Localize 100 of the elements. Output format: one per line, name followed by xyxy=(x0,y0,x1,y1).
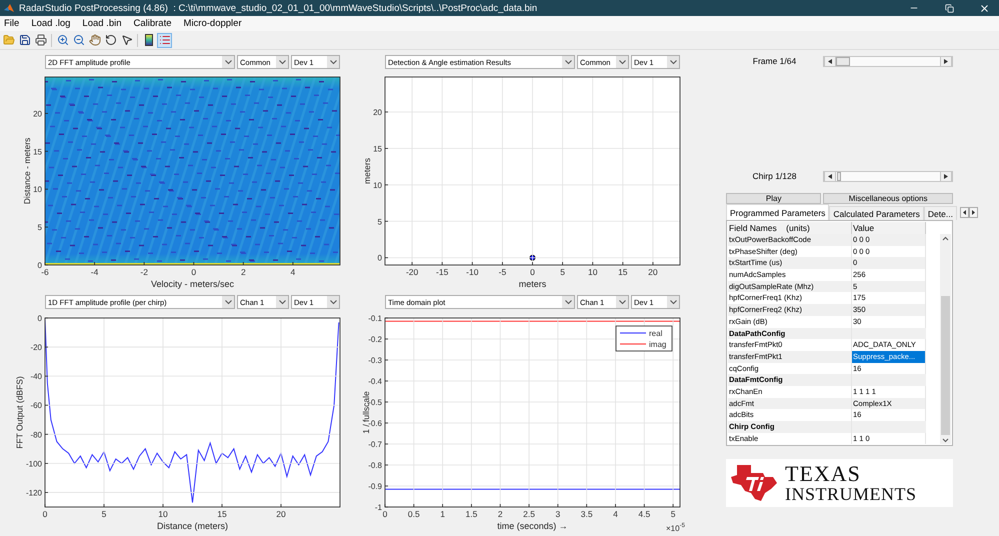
printer-button[interactable] xyxy=(33,32,48,48)
tick-label: 2 xyxy=(240,267,246,277)
tick-label: 0 xyxy=(38,314,42,323)
tick-label: 10 xyxy=(158,509,168,519)
tick-label: 5 xyxy=(670,509,676,519)
tick-label: 3 xyxy=(555,509,560,519)
tick-label: -10 xyxy=(466,267,478,277)
tick-label: 2 xyxy=(498,509,503,519)
tick-label: -40 xyxy=(30,372,42,382)
tick-label: 1 xyxy=(440,509,445,519)
arrow-left-icon[interactable] xyxy=(962,210,966,215)
menu-item[interactable]: Calibrate xyxy=(134,18,172,29)
caret-icon xyxy=(616,56,628,68)
zoom-in-button[interactable] xyxy=(55,32,70,48)
restore-icon[interactable] xyxy=(944,4,954,12)
option-button[interactable]: Play xyxy=(726,193,822,204)
app-icon xyxy=(4,3,14,13)
tick-label: 0.5 xyxy=(408,509,420,519)
tick-label: -80 xyxy=(30,430,42,440)
tick-label: 0 xyxy=(42,509,48,519)
logo-text: TEXAS xyxy=(785,463,862,485)
tick-label: -60 xyxy=(30,401,42,410)
tab[interactable]: Programmed Parameters xyxy=(726,204,830,220)
tick-label: 20 xyxy=(276,509,286,519)
arrow-right-icon[interactable] xyxy=(940,172,952,180)
axis-label: FFT Output (dBFS) xyxy=(14,376,25,449)
tick-label: 4.5 xyxy=(638,509,650,519)
scroll-slider[interactable] xyxy=(823,56,953,66)
tick-label: 5 xyxy=(560,267,565,277)
tab[interactable]: Dete... xyxy=(924,206,957,220)
caret-icon xyxy=(562,56,574,68)
tick-label: -100 xyxy=(26,459,42,468)
legend-label: imag xyxy=(649,340,666,349)
caret-icon xyxy=(222,296,234,308)
slider-thumb[interactable] xyxy=(836,56,850,66)
caret-icon xyxy=(222,56,234,68)
caret-icon xyxy=(276,56,288,68)
menu-item[interactable]: Load .bin xyxy=(82,18,122,29)
legend-label: real xyxy=(649,329,662,338)
tick-label: -2 xyxy=(140,267,148,277)
arrow-left-icon[interactable] xyxy=(824,172,836,180)
tick-label: 15 xyxy=(217,509,227,519)
caret-icon xyxy=(667,296,679,308)
window-title: RadarStudio PostProcessing (4.86) : C:\ti\mmwave_studio_02_01_01_00\mmWaveStudio\Scripts\..\PostProc\adc_data.bin xyxy=(19,2,538,14)
tick-label: -120 xyxy=(26,488,42,498)
slider-thumb[interactable] xyxy=(837,172,842,180)
option-button[interactable]: Miscellaneous options xyxy=(823,193,953,204)
hand-button[interactable] xyxy=(87,32,102,48)
vertical-scrollbar[interactable] xyxy=(940,234,951,444)
tick-label: -20 xyxy=(30,343,42,352)
tick-label: -0.1 xyxy=(368,314,382,323)
tick-label: -0.9 xyxy=(368,482,382,491)
tick-label: -0.8 xyxy=(368,461,382,470)
legend-button[interactable] xyxy=(157,32,172,48)
tick-label: 0 xyxy=(530,267,535,277)
axis-label: time (seconds) → xyxy=(497,521,568,531)
logo-text: INSTRUMENTS xyxy=(785,485,917,503)
close-icon[interactable] xyxy=(978,2,990,14)
tick-label: 0 xyxy=(378,254,382,263)
arrow-right-icon[interactable] xyxy=(972,210,975,215)
caret-icon xyxy=(327,296,339,308)
scrollbar-thumb[interactable] xyxy=(941,296,950,434)
column-header: Field Names (units) xyxy=(728,222,852,235)
rotate-button[interactable] xyxy=(103,32,118,48)
menu-item[interactable]: Micro-doppler xyxy=(184,18,242,29)
arrow-left-icon[interactable] xyxy=(824,56,836,66)
tick-label: 15 xyxy=(33,147,42,156)
tick-label: 5 xyxy=(102,509,106,519)
slider-label: Frame 1/64 xyxy=(752,56,798,66)
tick-label: -1 xyxy=(374,503,382,512)
scroll-slider[interactable] xyxy=(823,170,953,182)
axis-label: Distance - meters xyxy=(22,138,32,204)
tick-label: -20 xyxy=(406,267,418,277)
tick-label: 2.5 xyxy=(523,509,535,519)
tick-label: -15 xyxy=(436,267,448,277)
axis-label: Velocity - meters/sec xyxy=(150,279,234,289)
tick-label: 4 xyxy=(290,267,296,277)
tab-scroll-left-button[interactable] xyxy=(960,207,969,218)
tick-label: 15 xyxy=(373,144,382,154)
tick-label: -0.4 xyxy=(368,377,382,386)
tick-label: 20 xyxy=(648,267,658,277)
tick-label: -0.3 xyxy=(368,356,382,365)
caret-icon xyxy=(327,56,339,68)
tab[interactable]: Calculated Parameters xyxy=(829,206,924,220)
arrow-right-icon[interactable] xyxy=(940,56,952,66)
menu-item[interactable]: File xyxy=(4,18,20,29)
zoom-out-button[interactable] xyxy=(71,32,86,48)
menu-item[interactable]: Load .log xyxy=(31,18,70,29)
ti-logo-icon xyxy=(729,463,779,503)
save-button[interactable] xyxy=(17,32,32,48)
tick-label: 0 xyxy=(38,261,42,270)
caret-icon xyxy=(667,56,679,68)
column-header: Value xyxy=(852,222,926,235)
axis-label: Distance (meters) xyxy=(157,521,228,531)
tick-label: -5 xyxy=(498,267,506,277)
caret-icon xyxy=(616,296,628,308)
caret-icon xyxy=(562,296,574,308)
tick-label: 10 xyxy=(588,267,598,277)
tick-label: 15 xyxy=(618,267,628,277)
tick-label: -0.2 xyxy=(368,335,382,344)
